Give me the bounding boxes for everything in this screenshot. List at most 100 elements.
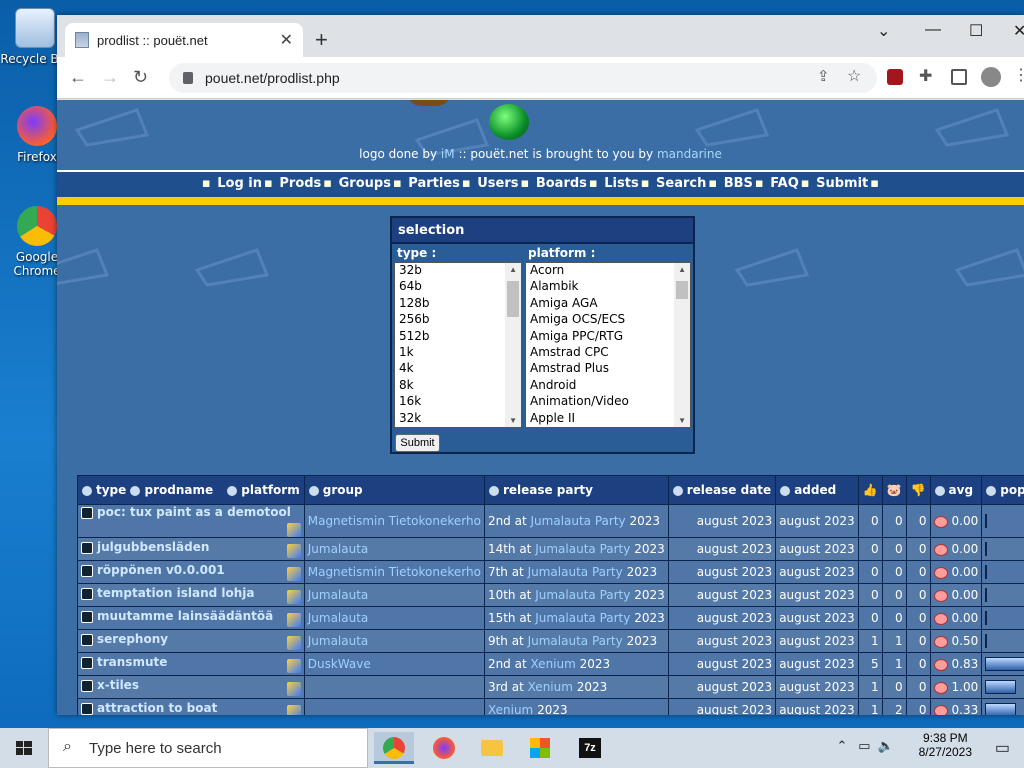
prod-name-link[interactable]: attraction to boat bbox=[97, 701, 217, 715]
type-scroll-thumb[interactable] bbox=[507, 281, 519, 317]
extensions-icon[interactable]: ✚ bbox=[919, 66, 935, 85]
header-added[interactable]: added bbox=[775, 475, 859, 505]
type-option[interactable]: 128b bbox=[395, 296, 521, 312]
platform-icon[interactable] bbox=[286, 613, 301, 627]
party-link[interactable]: Jumalauta Party bbox=[535, 542, 630, 556]
chevron-down-icon[interactable]: ⌄ bbox=[877, 21, 890, 41]
party-link[interactable]: Jumalauta Party bbox=[528, 565, 623, 579]
scroll-down-icon[interactable]: ▼ bbox=[509, 416, 517, 425]
menu-search[interactable]: Search bbox=[656, 176, 706, 191]
back-icon[interactable]: ← bbox=[69, 67, 87, 88]
side-panel-icon[interactable] bbox=[951, 69, 967, 85]
scroll-down-icon[interactable]: ▼ bbox=[678, 416, 686, 425]
platform-option[interactable]: Apple II bbox=[526, 411, 690, 427]
minimize-icon[interactable]: — bbox=[925, 21, 941, 39]
forward-icon[interactable]: → bbox=[101, 67, 119, 88]
prod-name-link[interactable]: serephony bbox=[97, 632, 168, 646]
header-group[interactable]: group bbox=[303, 475, 485, 505]
header-piggies[interactable]: 🐷 bbox=[881, 475, 907, 505]
platform-option[interactable]: Amiga AGA bbox=[526, 296, 690, 312]
group-link[interactable]: Jumalauta bbox=[308, 611, 369, 625]
platform-icon[interactable] bbox=[286, 636, 301, 650]
maximize-icon[interactable]: ☐ bbox=[969, 21, 983, 41]
group-link[interactable]: Jumalauta bbox=[308, 542, 369, 556]
network-icon[interactable]: ▭ bbox=[858, 738, 870, 753]
platform-scroll-thumb[interactable] bbox=[676, 281, 688, 299]
group-link[interactable]: Magnetismin Tietokonekerho bbox=[308, 514, 481, 528]
header-avg[interactable]: avg bbox=[929, 475, 983, 505]
menu-prods[interactable]: Prods bbox=[279, 176, 321, 191]
platform-icon[interactable] bbox=[286, 544, 301, 558]
submit-button[interactable]: Submit bbox=[395, 434, 440, 452]
menu-users[interactable]: Users bbox=[477, 176, 518, 191]
taskbar-file-explorer[interactable] bbox=[472, 732, 512, 764]
menu-bbs[interactable]: BBS bbox=[724, 176, 753, 191]
scroll-up-icon[interactable]: ▲ bbox=[678, 265, 686, 274]
prod-name-link[interactable]: temptation island lohja bbox=[97, 586, 255, 600]
reload-icon[interactable]: ↻ bbox=[133, 67, 148, 88]
header-popularity[interactable]: popularity bbox=[981, 475, 1024, 505]
bookmark-star-icon[interactable]: ☆ bbox=[847, 66, 863, 85]
taskbar-firefox[interactable] bbox=[424, 732, 464, 764]
group-link[interactable]: Magnetismin Tietokonekerho bbox=[308, 565, 481, 579]
menu-faq[interactable]: FAQ bbox=[770, 176, 799, 191]
group-link[interactable]: Jumalauta bbox=[308, 588, 369, 602]
menu-log-in[interactable]: Log in bbox=[217, 176, 262, 191]
party-link[interactable]: Jumalauta Party bbox=[535, 611, 630, 625]
notifications-icon[interactable]: ▭ bbox=[995, 738, 1010, 758]
artist-link[interactable]: iM bbox=[441, 147, 455, 161]
party-link[interactable]: Jumalauta Party bbox=[535, 588, 630, 602]
close-window-icon[interactable]: ✕ bbox=[1013, 21, 1024, 41]
prod-name-link[interactable]: transmute bbox=[97, 655, 167, 669]
type-option[interactable]: 256b bbox=[395, 312, 521, 328]
platform-option[interactable]: Acorn bbox=[526, 263, 690, 279]
prod-name-link[interactable]: muutamme lainsäädäntöä bbox=[97, 609, 273, 623]
prod-name-link[interactable]: poc: tux paint as a demotool bbox=[97, 505, 291, 519]
platform-option[interactable]: Android bbox=[526, 378, 690, 394]
scroll-up-icon[interactable]: ▲ bbox=[509, 265, 517, 274]
pouet-logo[interactable] bbox=[489, 104, 529, 140]
new-tab-icon[interactable]: + bbox=[315, 27, 328, 53]
chevron-up-icon[interactable]: ⌃ bbox=[837, 738, 848, 753]
taskbar-7zip[interactable]: 7z bbox=[570, 732, 610, 764]
platform-icon[interactable] bbox=[286, 705, 301, 715]
header-release-date[interactable]: release date bbox=[667, 475, 777, 505]
header-release-party[interactable]: release party bbox=[483, 475, 669, 505]
platform-option[interactable]: Amstrad Plus bbox=[526, 361, 690, 377]
address-bar[interactable]: pouet.net/prodlist.php bbox=[169, 63, 877, 93]
type-option[interactable]: 32k bbox=[395, 411, 521, 427]
prod-name-link[interactable]: julgubbensläden bbox=[97, 540, 209, 554]
platform-option[interactable]: Amiga PPC/RTG bbox=[526, 329, 690, 345]
platform-option[interactable]: Amiga OCS/ECS bbox=[526, 312, 690, 328]
type-option[interactable]: 64b bbox=[395, 279, 521, 295]
platform-option[interactable]: Animation/Video bbox=[526, 394, 690, 410]
menu-boards[interactable]: Boards bbox=[536, 176, 587, 191]
close-tab-icon[interactable]: ✕ bbox=[280, 30, 293, 50]
platform-listbox[interactable]: ▲ ▼ Acorn Alambik Amiga AGA Amiga OCS/ECS Am… bbox=[525, 262, 691, 428]
type-option[interactable]: 1k bbox=[395, 345, 521, 361]
taskbar-store[interactable] bbox=[520, 732, 560, 764]
header-thumbs-down[interactable]: 👎 bbox=[905, 475, 931, 505]
type-listbox[interactable]: ▲ ▼ 32b 64b 128b 256b 512b 1k 4k 8k 16k 32k bbox=[394, 262, 522, 428]
platform-icon[interactable] bbox=[286, 590, 301, 604]
clock[interactable]: 9:38 PM 8/27/2023 bbox=[919, 731, 972, 759]
platform-icon[interactable] bbox=[286, 523, 301, 537]
platform-option[interactable]: Alambik bbox=[526, 279, 690, 295]
profile-avatar-icon[interactable] bbox=[981, 67, 1001, 87]
ublock-icon[interactable] bbox=[887, 69, 903, 85]
menu-parties[interactable]: Parties bbox=[408, 176, 460, 191]
type-option[interactable]: 16k bbox=[395, 394, 521, 410]
party-link[interactable]: Xenium bbox=[528, 680, 573, 694]
platform-icon[interactable] bbox=[286, 682, 301, 696]
menu-kebab-icon[interactable]: ⋮ bbox=[1013, 65, 1024, 84]
host-link[interactable]: mandarine bbox=[657, 147, 722, 161]
header-type-prodname[interactable]: type prodname platform bbox=[77, 475, 305, 505]
platform-icon[interactable] bbox=[286, 567, 301, 581]
party-link[interactable]: Xenium bbox=[488, 703, 533, 715]
group-link[interactable]: Jumalauta bbox=[308, 634, 369, 648]
menu-submit[interactable]: Submit bbox=[816, 176, 868, 191]
group-link[interactable]: DuskWave bbox=[308, 657, 371, 671]
type-option[interactable]: 512b bbox=[395, 329, 521, 345]
type-option[interactable]: 4k bbox=[395, 361, 521, 377]
platform-option[interactable]: Amstrad CPC bbox=[526, 345, 690, 361]
